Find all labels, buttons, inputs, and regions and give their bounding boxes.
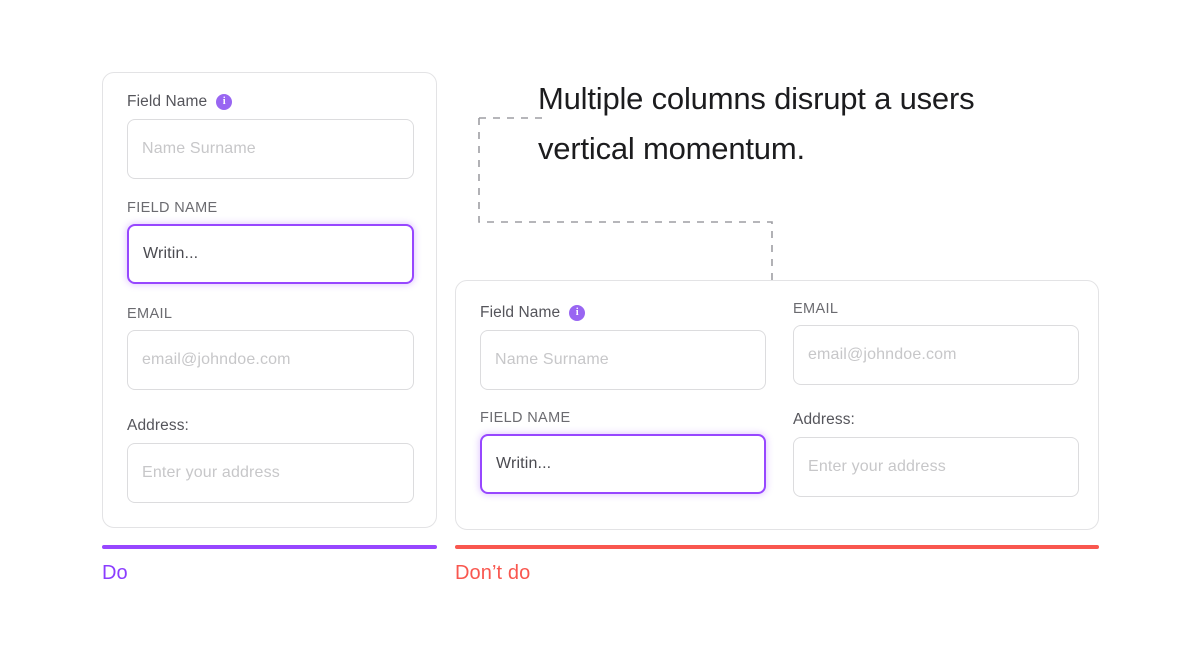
dont-card-body: Field Name i Name Surname FIELD NAME Wri…	[456, 281, 1098, 529]
field-label-row: FIELD NAME	[480, 410, 766, 426]
comparison-stage: Field Name i Name Surname FIELD NAME Wri…	[0, 0, 1200, 653]
field-group-address: Address: Enter your address	[793, 411, 1079, 497]
do-accent-bar	[102, 545, 437, 549]
address-input[interactable]: Enter your address	[793, 437, 1079, 497]
field-group-address: Address: Enter your address	[127, 417, 414, 503]
field-label-text: Address:	[127, 417, 189, 434]
dont-example-card: Field Name i Name Surname FIELD NAME Wri…	[455, 280, 1099, 530]
field-group-field-name: Field Name i Name Surname	[480, 304, 766, 390]
field-label-text: Field Name	[480, 304, 561, 321]
field-group-field-name: Field Name i Name Surname	[127, 93, 414, 179]
field-label-text: EMAIL	[127, 306, 173, 322]
info-icon[interactable]: i	[216, 94, 233, 110]
email-input[interactable]: email@johndoe.com	[793, 325, 1079, 385]
page-title: Multiple columns disrupt a users vertica…	[538, 81, 975, 166]
email-input[interactable]: email@johndoe.com	[127, 330, 414, 390]
field-label-row: EMAIL	[127, 306, 414, 322]
field-label-text: Field Name	[127, 93, 208, 110]
field-label-text: FIELD NAME	[480, 410, 571, 426]
name-input[interactable]: Name Surname	[480, 330, 766, 390]
field-label-text: EMAIL	[793, 301, 839, 317]
field-label-row: FIELD NAME	[127, 200, 414, 216]
field-label-row: Field Name i	[127, 93, 414, 111]
name-input[interactable]: Name Surname	[127, 119, 414, 179]
field-label-text: FIELD NAME	[127, 200, 218, 216]
do-card-body: Field Name i Name Surname FIELD NAME Wri…	[103, 73, 436, 527]
dont-accent-bar	[455, 545, 1099, 549]
field-label-row: Field Name i	[480, 304, 766, 322]
field-label-row: Address:	[127, 417, 414, 435]
address-input[interactable]: Enter your address	[127, 443, 414, 503]
field-group-email: EMAIL email@johndoe.com	[127, 306, 414, 390]
field-label-row: Address:	[793, 411, 1079, 429]
dont-caption: Don’t do	[455, 562, 531, 584]
writing-input[interactable]: Writin...	[480, 434, 766, 494]
do-example-card: Field Name i Name Surname FIELD NAME Wri…	[102, 72, 437, 528]
do-caption: Do	[102, 562, 128, 584]
field-group-field-name-caps: FIELD NAME Writin...	[480, 410, 766, 494]
field-group-field-name-caps: FIELD NAME Writin...	[127, 200, 414, 284]
field-label-row: EMAIL	[793, 301, 1079, 317]
info-icon[interactable]: i	[569, 305, 586, 321]
writing-input[interactable]: Writin...	[127, 224, 414, 284]
field-group-email: EMAIL email@johndoe.com	[793, 301, 1079, 385]
field-label-text: Address:	[793, 411, 855, 428]
